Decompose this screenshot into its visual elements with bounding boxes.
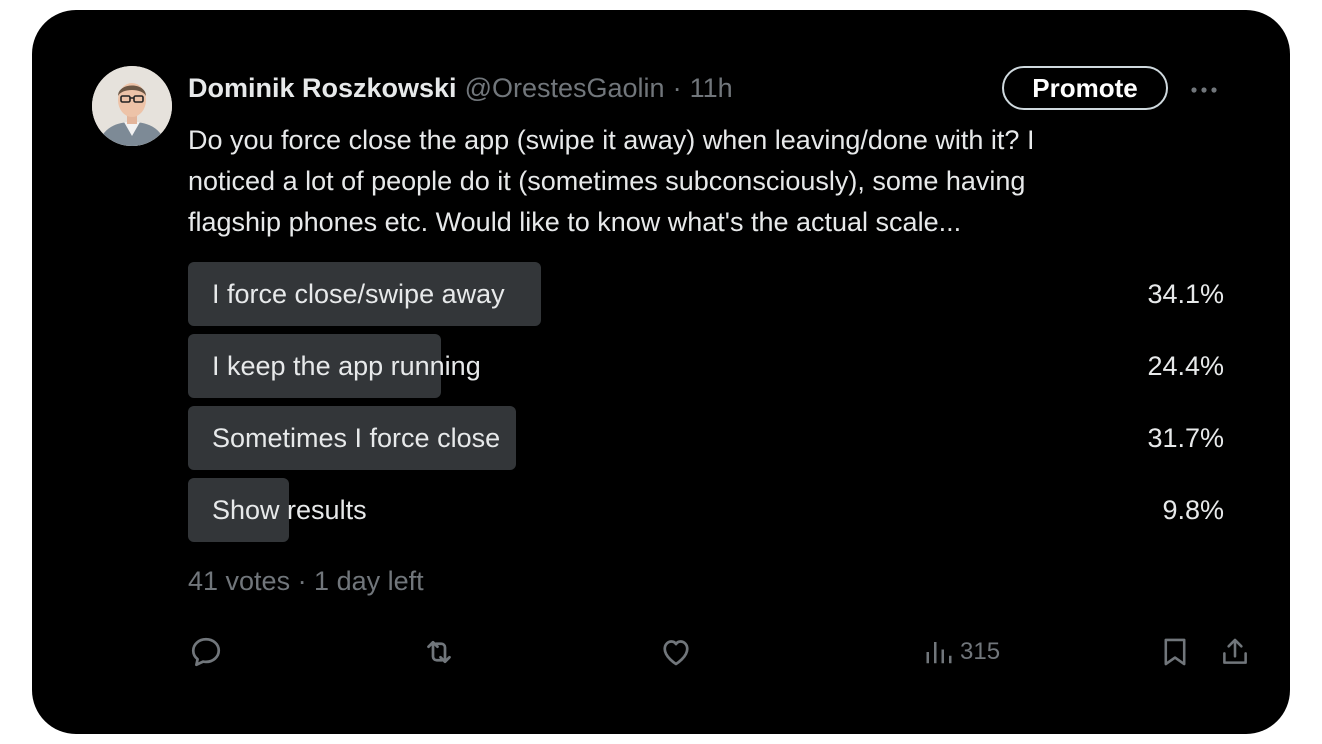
views-icon bbox=[926, 642, 952, 664]
share-icon bbox=[1223, 638, 1247, 664]
promote-button[interactable]: Promote bbox=[1002, 66, 1168, 110]
poll-option[interactable]: Sometimes I force close 31.7% bbox=[188, 406, 1224, 470]
views-button[interactable]: 315 bbox=[924, 632, 1000, 672]
tweet-text-line: Do you force close the app (swipe it awa… bbox=[188, 125, 1035, 155]
tweet-text-line: flagship phones etc. Would like to know … bbox=[188, 207, 962, 237]
poll-option[interactable]: I keep the app running 24.4% bbox=[188, 334, 1224, 398]
tweet-card: Dominik Roszkowski @OrestesGaolin · 11h … bbox=[32, 10, 1290, 734]
more-horizontal-icon bbox=[1191, 87, 1217, 93]
author-handle[interactable]: @OrestesGaolin bbox=[465, 73, 665, 104]
poll-option-percent: 31.7% bbox=[1147, 423, 1224, 453]
poll-option-label: I force close/swipe away bbox=[212, 279, 505, 309]
avatar[interactable] bbox=[92, 66, 172, 146]
poll-option-label: Sometimes I force close bbox=[212, 423, 501, 453]
bookmark-icon bbox=[1164, 638, 1186, 666]
poll-option-percent: 9.8% bbox=[1162, 495, 1224, 525]
poll-option-percent: 24.4% bbox=[1147, 351, 1224, 381]
more-options-button[interactable] bbox=[1182, 72, 1226, 108]
poll-option[interactable]: Show results 9.8% bbox=[188, 478, 1224, 542]
reply-button[interactable] bbox=[188, 632, 224, 672]
heart-icon bbox=[663, 640, 689, 666]
tweet-text-line: noticed a lot of people do it (sometimes… bbox=[188, 166, 1026, 196]
avatar-image bbox=[92, 66, 172, 146]
poll: I force close/swipe away 34.1% I keep th… bbox=[188, 262, 1224, 550]
like-button[interactable] bbox=[658, 632, 694, 672]
poll-option[interactable]: I force close/swipe away 34.1% bbox=[188, 262, 1224, 326]
views-count: 315 bbox=[960, 638, 1001, 665]
author-name[interactable]: Dominik Roszkowski bbox=[188, 73, 457, 104]
bookmark-button[interactable] bbox=[1158, 632, 1192, 672]
action-bar: 315 bbox=[188, 632, 1247, 672]
share-button[interactable] bbox=[1218, 632, 1252, 672]
poll-option-label: I keep the app running bbox=[212, 351, 481, 381]
retweet-icon bbox=[427, 640, 451, 664]
tweet-header: Dominik Roszkowski @OrestesGaolin · 11h bbox=[188, 68, 733, 108]
reply-icon bbox=[191, 637, 221, 667]
retweet-button[interactable] bbox=[420, 632, 458, 672]
poll-option-percent: 34.1% bbox=[1147, 279, 1224, 309]
poll-option-label: Show results bbox=[212, 495, 367, 525]
meta-separator: · bbox=[672, 72, 682, 103]
tweet-text: Do you force close the app (swipe it awa… bbox=[188, 120, 1188, 243]
tweet-time[interactable]: 11h bbox=[690, 73, 733, 104]
poll-meta: 41 votes · 1 day left bbox=[188, 566, 424, 596]
